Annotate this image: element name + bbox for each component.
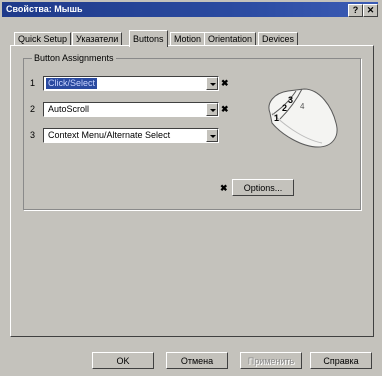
help-icon[interactable]: ? (348, 4, 363, 17)
tab-devices[interactable]: Devices (258, 32, 299, 46)
mouse-label-4: 4 (300, 102, 305, 111)
chevron-down-icon[interactable] (206, 129, 218, 142)
help-button[interactable]: Справка (310, 352, 372, 369)
mouse-label-2: 2 (282, 103, 287, 113)
button-1-assignment-select[interactable]: Click/Select (43, 76, 219, 91)
tab-orientation[interactable]: Orientation (204, 32, 257, 46)
button-1-number: 1 (30, 78, 36, 88)
tab-pointers[interactable]: Указатели (72, 32, 123, 46)
button-assignments-group: Button Assignments 1 Click/Select ✖ 2 Au… (23, 53, 361, 210)
button-3-assignment-select[interactable]: Context Menu/Alternate Select (43, 128, 219, 143)
title-bar[interactable]: Свойства: Мышь ? ✕ (2, 2, 378, 17)
button-1-x-icon: ✖ (221, 78, 229, 88)
button-2-assignment-select[interactable]: AutoScroll (43, 102, 219, 117)
close-icon[interactable]: ✕ (363, 4, 378, 17)
mouse-properties-window: Свойства: Мышь ? ✕ Quick Setup Указатели… (0, 0, 382, 376)
cancel-button[interactable]: Отмена (166, 352, 228, 369)
options-x-icon: ✖ (220, 183, 228, 193)
group-title: Button Assignments (32, 53, 116, 63)
button-3-number: 3 (30, 130, 36, 140)
button-2-number: 2 (30, 104, 36, 114)
mouse-label-3: 3 (288, 95, 293, 105)
chevron-down-icon[interactable] (206, 103, 218, 116)
mouse-label-1: 1 (274, 113, 279, 123)
button-2-x-icon: ✖ (221, 104, 229, 114)
window-title: Свойства: Мышь (6, 4, 83, 14)
tab-buttons[interactable]: Buttons (129, 30, 168, 47)
tab-motion[interactable]: Motion (170, 32, 206, 46)
apply-button[interactable]: Применить (240, 352, 302, 369)
button-1-value: Click/Select (46, 78, 98, 89)
options-button[interactable]: Options... (232, 179, 294, 196)
mouse-illustration: 2 3 1 4 (268, 88, 338, 148)
ok-button[interactable]: OK (92, 352, 154, 369)
button-2-value: AutoScroll (48, 104, 90, 114)
chevron-down-icon[interactable] (206, 77, 218, 90)
button-3-value: Context Menu/Alternate Select (48, 130, 171, 140)
tab-quick-setup[interactable]: Quick Setup (14, 32, 72, 46)
buttons-tab-panel: Button Assignments 1 Click/Select ✖ 2 Au… (10, 45, 374, 337)
